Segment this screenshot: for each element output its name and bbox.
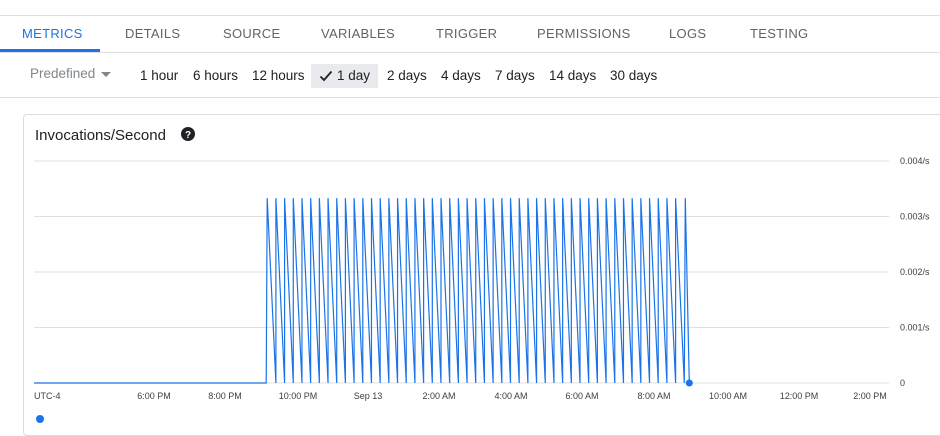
tab-logs[interactable]: LOGS xyxy=(669,16,706,51)
x-tick-label: Sep 13 xyxy=(354,391,383,401)
tab-testing[interactable]: TESTING xyxy=(750,16,808,51)
x-tick-label: 6:00 PM xyxy=(137,391,171,401)
x-tick-label: 8:00 AM xyxy=(637,391,670,401)
range-2-days[interactable]: 2 days xyxy=(385,64,429,88)
active-tab-indicator xyxy=(0,49,100,52)
x-tick-label: 8:00 PM xyxy=(208,391,242,401)
legend-series-dot xyxy=(36,415,44,423)
predefined-dropdown[interactable]: Predefined xyxy=(30,66,112,81)
x-tick-label: 10:00 PM xyxy=(279,391,318,401)
y-tick-label: 0.001/s xyxy=(900,323,930,333)
x-tick-label: 2:00 AM xyxy=(422,391,455,401)
y-tick-label: 0.003/s xyxy=(900,212,930,222)
range-14-days[interactable]: 14 days xyxy=(547,64,598,88)
caret-down-icon xyxy=(101,71,112,77)
range-1-hour[interactable]: 1 hour xyxy=(138,64,180,88)
x-tick-label: 4:00 AM xyxy=(494,391,527,401)
time-range-bar: Predefined 1 hour 6 hours 12 hours 1 day… xyxy=(0,53,940,98)
x-tick-label: UTC-4 xyxy=(34,391,61,401)
invocations-chart-card: Invocations/Second ? 0.004/s 0.003/s 0.002… xyxy=(23,114,940,436)
range-1-day-label: 1 day xyxy=(337,68,371,83)
tab-variables[interactable]: VARIABLES xyxy=(321,16,395,51)
range-4-days[interactable]: 4 days xyxy=(439,64,483,88)
tab-bar: METRICS DETAILS SOURCE VARIABLES TRIGGER… xyxy=(0,16,940,53)
range-12-hours[interactable]: 12 hours xyxy=(250,64,307,88)
range-1-day[interactable]: 1 day xyxy=(311,64,379,88)
x-tick-label: 10:00 AM xyxy=(709,391,747,401)
series-end-point xyxy=(685,379,693,387)
predefined-label: Predefined xyxy=(30,66,96,81)
tab-permissions[interactable]: PERMISSIONS xyxy=(537,16,631,51)
x-tick-label: 12:00 PM xyxy=(780,391,819,401)
range-30-days[interactable]: 30 days xyxy=(608,64,659,88)
range-6-hours[interactable]: 6 hours xyxy=(191,64,240,88)
invocations-chart: 0.004/s 0.003/s 0.002/s 0.001/s 0 UTC-4 6:00 … xyxy=(34,156,930,401)
tab-trigger[interactable]: TRIGGER xyxy=(436,16,497,51)
series-line xyxy=(34,198,690,384)
tab-source[interactable]: SOURCE xyxy=(223,16,280,51)
x-tick-label: 2:00 PM xyxy=(853,391,887,401)
tab-metrics[interactable]: METRICS xyxy=(22,16,83,51)
y-tick-label: 0 xyxy=(900,378,905,388)
range-7-days[interactable]: 7 days xyxy=(493,64,537,88)
y-tick-label: 0.002/s xyxy=(900,267,930,277)
y-tick-label: 0.004/s xyxy=(900,156,930,166)
x-tick-label: 6:00 AM xyxy=(565,391,598,401)
tab-details[interactable]: DETAILS xyxy=(125,16,180,51)
check-icon xyxy=(319,70,333,82)
